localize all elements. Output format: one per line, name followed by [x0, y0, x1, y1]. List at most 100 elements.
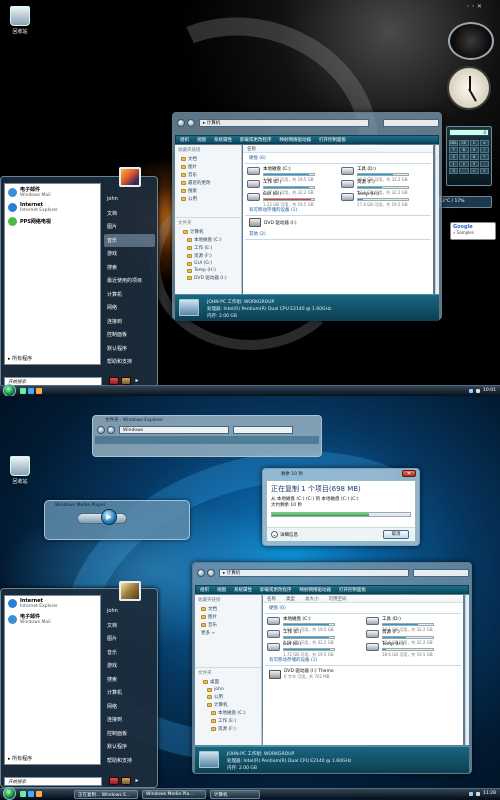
column-name[interactable]: 名称 — [267, 596, 276, 602]
drive-item[interactable]: 工具 (D:) 10.1 GB 可用，共 32.2 GB — [366, 616, 459, 632]
forward-button[interactable] — [187, 119, 195, 127]
explorer-titlebar[interactable]: ▸ 计算机 — [193, 563, 471, 584]
explorer-window[interactable]: ▸ 计算机 组织 视图 系统属性 卸载或更改程序 映射网络驱动器 打开控制面板 … — [192, 562, 472, 774]
drive-item[interactable]: Temp (H:) 17.8 GB 可用，共 19.5 GB — [341, 192, 429, 207]
quicklaunch-desktop-icon[interactable] — [20, 791, 26, 797]
nav-link-pictures[interactable]: 图片 — [175, 163, 241, 171]
quicklaunch-media-icon[interactable] — [36, 388, 42, 394]
network-icon[interactable] — [469, 388, 474, 393]
vertical-scrollbar[interactable] — [465, 595, 469, 745]
group-other[interactable]: 其他 (2) — [245, 229, 431, 240]
pinned-program[interactable]: 电子邮件 Windows Mail — [5, 611, 100, 627]
play-button[interactable]: ▶ — [101, 509, 117, 525]
tree-item[interactable]: 桌面 — [195, 678, 261, 686]
start-menu-place[interactable]: 控制面板 — [104, 727, 155, 741]
start-menu-place[interactable]: 图片 — [104, 632, 155, 646]
tree-item[interactable]: 本地磁盘 (C:) — [195, 709, 261, 717]
toolbar-map-drive[interactable]: 映射网络驱动器 — [280, 137, 312, 143]
toolbar-control-panel[interactable]: 打开控制面板 — [339, 587, 366, 593]
details-toggle[interactable]: ⌄ 详细信息 — [271, 531, 298, 538]
tree-item[interactable]: 本地磁盘 (C:) — [175, 236, 241, 244]
start-menu-place[interactable]: 默认程序 — [104, 342, 155, 356]
back-button[interactable] — [197, 569, 205, 577]
cpu-meter-gadget[interactable] — [448, 22, 494, 60]
start-menu-place[interactable]: 搜索 — [104, 673, 155, 687]
start-search-input[interactable]: 开始搜索 — [4, 777, 102, 786]
recycle-bin[interactable]: 回收站 — [2, 456, 38, 485]
pinned-program[interactable]: PPS网络电视 — [5, 215, 100, 228]
start-menu-place[interactable]: 默认程序 — [104, 740, 155, 754]
tree-item[interactable]: 工作 (E:) — [175, 244, 241, 252]
start-button[interactable] — [3, 787, 16, 800]
quicklaunch-desktop-icon[interactable] — [20, 388, 26, 394]
user-avatar[interactable] — [119, 167, 141, 187]
nav-link-search[interactable]: 搜索 — [175, 187, 241, 195]
folders-header[interactable]: 文件夹 — [175, 217, 241, 228]
address-bar[interactable]: Windows — [119, 426, 229, 434]
start-menu-place[interactable]: john — [104, 193, 155, 207]
tree-item[interactable]: 资源 (F:) — [175, 252, 241, 260]
quicklaunch-ie-icon[interactable] — [28, 791, 34, 797]
column-type[interactable]: 类型 — [286, 596, 295, 602]
tree-item[interactable]: 计算机 — [175, 228, 241, 236]
folders-header[interactable]: 文件夹 — [195, 667, 261, 678]
start-menu-place[interactable]: 帮助和支持 — [104, 355, 155, 369]
start-menu-place[interactable]: 计算机 — [104, 686, 155, 700]
drive-item[interactable]: Temp (H:) 18.6 GB 可用，共 19.5 GB — [366, 642, 459, 657]
tree-item[interactable]: GUI (G:) — [175, 260, 241, 267]
column-name[interactable]: 名称 — [247, 146, 256, 152]
pinned-program[interactable]: 电子邮件 Windows Mail — [5, 184, 100, 200]
drive-item[interactable]: 本地磁盘 (C:) 2.04 GB 可用，共 19.5 GB — [267, 616, 360, 632]
tree-item[interactable]: 公用 — [195, 693, 261, 701]
back-button[interactable] — [177, 119, 185, 127]
mini-explorer-window[interactable]: 文件夹 · Windows Explorer Windows — [92, 415, 322, 457]
toolbar-map-drive[interactable]: 映射网络驱动器 — [300, 587, 332, 593]
start-button[interactable] — [3, 384, 16, 396]
network-icon[interactable] — [469, 791, 474, 796]
start-menu-place[interactable]: 控制面板 — [104, 328, 155, 342]
all-programs[interactable]: ▸ 所有程序 — [8, 355, 32, 362]
start-menu-place[interactable]: 帮助和支持 — [104, 754, 155, 768]
address-bar[interactable]: ▸ 计算机 — [199, 119, 369, 127]
search-box[interactable] — [233, 426, 293, 434]
all-programs[interactable]: ▸ 所有程序 — [8, 755, 32, 762]
search-box[interactable] — [383, 119, 439, 127]
column-total-size[interactable]: 总大小 — [305, 596, 319, 602]
toolbar-system-properties[interactable]: 系统属性 — [234, 587, 252, 593]
close-button[interactable]: ✕ — [402, 470, 416, 477]
toolbar-views[interactable]: 视图 — [217, 587, 226, 593]
pinned-program[interactable]: Internet Internet Explorer — [5, 596, 100, 611]
forward-button[interactable] — [207, 569, 215, 577]
calculator-keys[interactable]: DEL CE C ± 7 8 9/ 4 5 6 * 123- 0. = + — [447, 138, 491, 176]
toolbar-control-panel[interactable]: 打开控制面板 — [319, 137, 346, 143]
google-search-gadget[interactable]: Google » Samples — [450, 222, 496, 240]
lock-button[interactable] — [121, 377, 131, 385]
explorer-titlebar[interactable]: ▸ 计算机 — [173, 113, 441, 134]
quicklaunch-ie-icon[interactable] — [28, 388, 34, 394]
shutdown-options-icon[interactable]: ▸ — [133, 777, 141, 785]
nav-link-more[interactable]: 更多 » — [195, 629, 261, 637]
group-hard-disks[interactable]: 硬盘 (6) — [265, 603, 461, 614]
nav-link-documents[interactable]: 文档 — [175, 155, 241, 163]
tray-clock[interactable]: 10:01 — [483, 388, 496, 393]
recycle-bin[interactable]: 回收站 — [2, 6, 38, 35]
start-menu-place[interactable]: 连接到 — [104, 713, 155, 727]
start-menu-place[interactable]: 连接到 — [104, 315, 155, 329]
volume-icon[interactable] — [476, 388, 481, 393]
drive-item[interactable]: GUI (G:) 1.22 GB 可用，共 19.5 GB — [247, 192, 335, 207]
drive-item[interactable]: 资源 (F:) 17.1 GB 可用，共 32.2 GB — [341, 179, 429, 195]
start-menu-place[interactable]: 文档 — [104, 619, 155, 633]
shutdown-options-icon[interactable]: ▸ — [133, 377, 141, 385]
column-free-space[interactable]: 可用空间 — [329, 596, 347, 602]
volume-icon[interactable] — [476, 791, 481, 796]
tree-item[interactable]: Temp (H:) — [175, 267, 241, 274]
quicklaunch-media-icon[interactable] — [36, 791, 42, 797]
start-menu-place[interactable]: 文档 — [104, 207, 155, 221]
start-menu-place[interactable]: 搜索 — [104, 261, 155, 275]
start-menu-place[interactable]: 图片 — [104, 220, 155, 234]
cancel-button[interactable]: 取消 — [383, 530, 409, 539]
lock-button[interactable] — [121, 777, 131, 785]
nav-link-public[interactable]: 公用 — [175, 195, 241, 203]
power-button[interactable] — [109, 377, 119, 385]
tree-item[interactable]: 资源 (F:) — [195, 725, 261, 733]
